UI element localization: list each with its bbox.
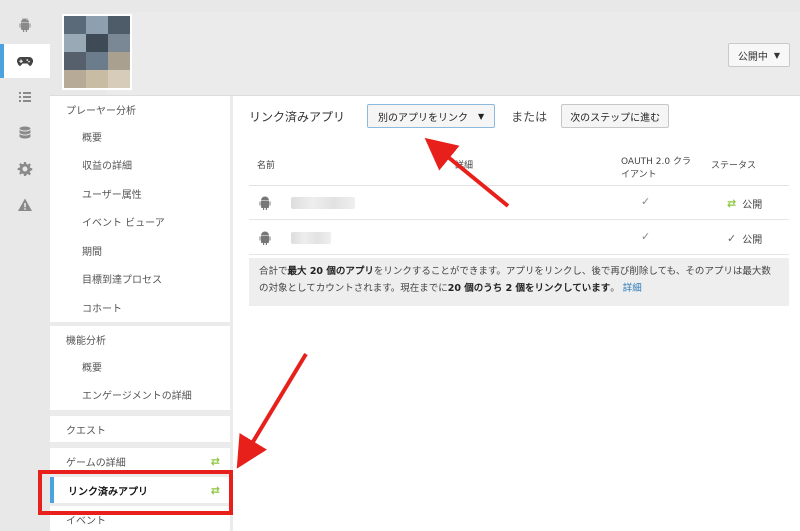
sidebar-item-engagement[interactable]: エンゲージメントの詳細 [50, 381, 230, 410]
publish-status-dropdown[interactable]: 公開中 ▼ [728, 43, 790, 67]
swap-icon: ⇄ [210, 454, 220, 468]
table-header: 名前 詳細 OAUTH 2.0 クラ イアント ステータス [249, 152, 789, 186]
sidebar-item-quests-label: クエスト [66, 425, 106, 437]
check-icon: ✓ [727, 232, 737, 245]
left-icon-rail [0, 0, 50, 531]
details-link[interactable]: 詳細 [623, 283, 642, 294]
sidebar-item-retention[interactable]: 期間 [50, 236, 230, 265]
column-header-status: ステータス [711, 161, 757, 171]
gear-icon[interactable] [0, 152, 50, 186]
column-header-details: 詳細 [455, 161, 474, 171]
caret-down-icon: ▼ [478, 111, 485, 121]
sidebar-item-event-viewer[interactable]: イベント ビューア [50, 208, 230, 237]
note-bold-2: 20 個のうち 2 個をリンクしています [447, 283, 611, 294]
android-icon [259, 231, 271, 245]
table-row[interactable]: ✓ ✓ 公開 [249, 221, 789, 255]
list-icon[interactable] [0, 80, 50, 114]
app-header [50, 0, 800, 96]
main-content: リンク済みアプリ 別のアプリをリンク ▼ または 次のステップに進む 名前 詳細… [233, 96, 800, 531]
sidebar-heading-player-analytics[interactable]: プレーヤー分析 [50, 96, 230, 122]
swap-icon: ⇄ [727, 197, 737, 210]
android-icon[interactable] [0, 8, 50, 42]
status-cell: ⇄ 公開 [727, 196, 762, 211]
sidebar-item-feature-overview[interactable]: 概要 [50, 352, 230, 381]
sidebar-item-cohorts[interactable]: コホート [50, 293, 230, 322]
note-bold-1: 最大 20 個のアプリ [287, 266, 374, 277]
status-label: 公開 [742, 235, 763, 246]
next-step-button[interactable]: 次のステップに進む [561, 104, 670, 128]
status-cell: ✓ 公開 [727, 231, 762, 246]
sidebar: プレーヤー分析 概要 収益の詳細 ユーザー属性 イベント ビューア 期間 目標到… [50, 96, 230, 531]
status-label: 公開 [742, 200, 763, 211]
warning-icon[interactable] [0, 188, 50, 222]
sidebar-item-demographics[interactable]: ユーザー属性 [50, 179, 230, 208]
column-header-name: 名前 [257, 161, 276, 171]
table-row[interactable]: ✓ ⇄ 公開 [249, 186, 789, 220]
note-text-3: 。 [610, 283, 620, 294]
sidebar-item-funnels[interactable]: 目標到達プロセス [50, 265, 230, 294]
android-icon [259, 196, 271, 210]
column-header-oauth-line1: OAUTH 2.0 クラ [621, 157, 691, 167]
check-icon: ✓ [641, 230, 651, 243]
gamepad-icon[interactable] [0, 44, 50, 78]
player-analytics-group: プレーヤー分析 概要 収益の詳細 ユーザー属性 イベント ビューア 期間 目標到… [50, 96, 230, 322]
app-name-redacted [291, 197, 355, 209]
page-title: リンク済みアプリ [249, 109, 346, 124]
sidebar-item-overview[interactable]: 概要 [50, 122, 230, 151]
note-text-1: 合計で [259, 266, 288, 277]
next-step-label: 次のステップに進む [570, 112, 661, 124]
link-limit-note: 合計で最大 20 個のアプリをリンクすることができます。アプリをリンクし、後で再… [249, 258, 789, 306]
feature-analytics-group: 機能分析 概要 エンゲージメントの詳細 [50, 326, 230, 410]
database-icon[interactable] [0, 116, 50, 150]
link-another-app-label: 別のアプリをリンク [378, 112, 469, 124]
header-band [106, 12, 800, 95]
or-text: または [511, 109, 548, 124]
check-icon: ✓ [641, 195, 651, 208]
app-name-redacted [291, 232, 331, 244]
highlight-box [38, 470, 233, 515]
link-another-app-button[interactable]: 別のアプリをリンク ▼ [367, 104, 496, 128]
publish-status-label: 公開中 [737, 51, 768, 63]
caret-down-icon: ▼ [773, 50, 781, 60]
linked-apps-toolbar: リンク済みアプリ 別のアプリをリンク ▼ または 次のステップに進む [249, 104, 670, 128]
sidebar-heading-feature-analytics[interactable]: 機能分析 [50, 326, 230, 352]
column-header-oauth-line2: イアント [621, 170, 657, 180]
app-icon-thumbnail [62, 14, 132, 90]
sidebar-item-game-details-label: ゲームの詳細 [66, 457, 126, 469]
sidebar-item-revenue[interactable]: 収益の詳細 [50, 151, 230, 180]
column-header-oauth: OAUTH 2.0 クラ イアント [621, 156, 691, 182]
sidebar-item-quests[interactable]: クエスト [50, 416, 230, 442]
